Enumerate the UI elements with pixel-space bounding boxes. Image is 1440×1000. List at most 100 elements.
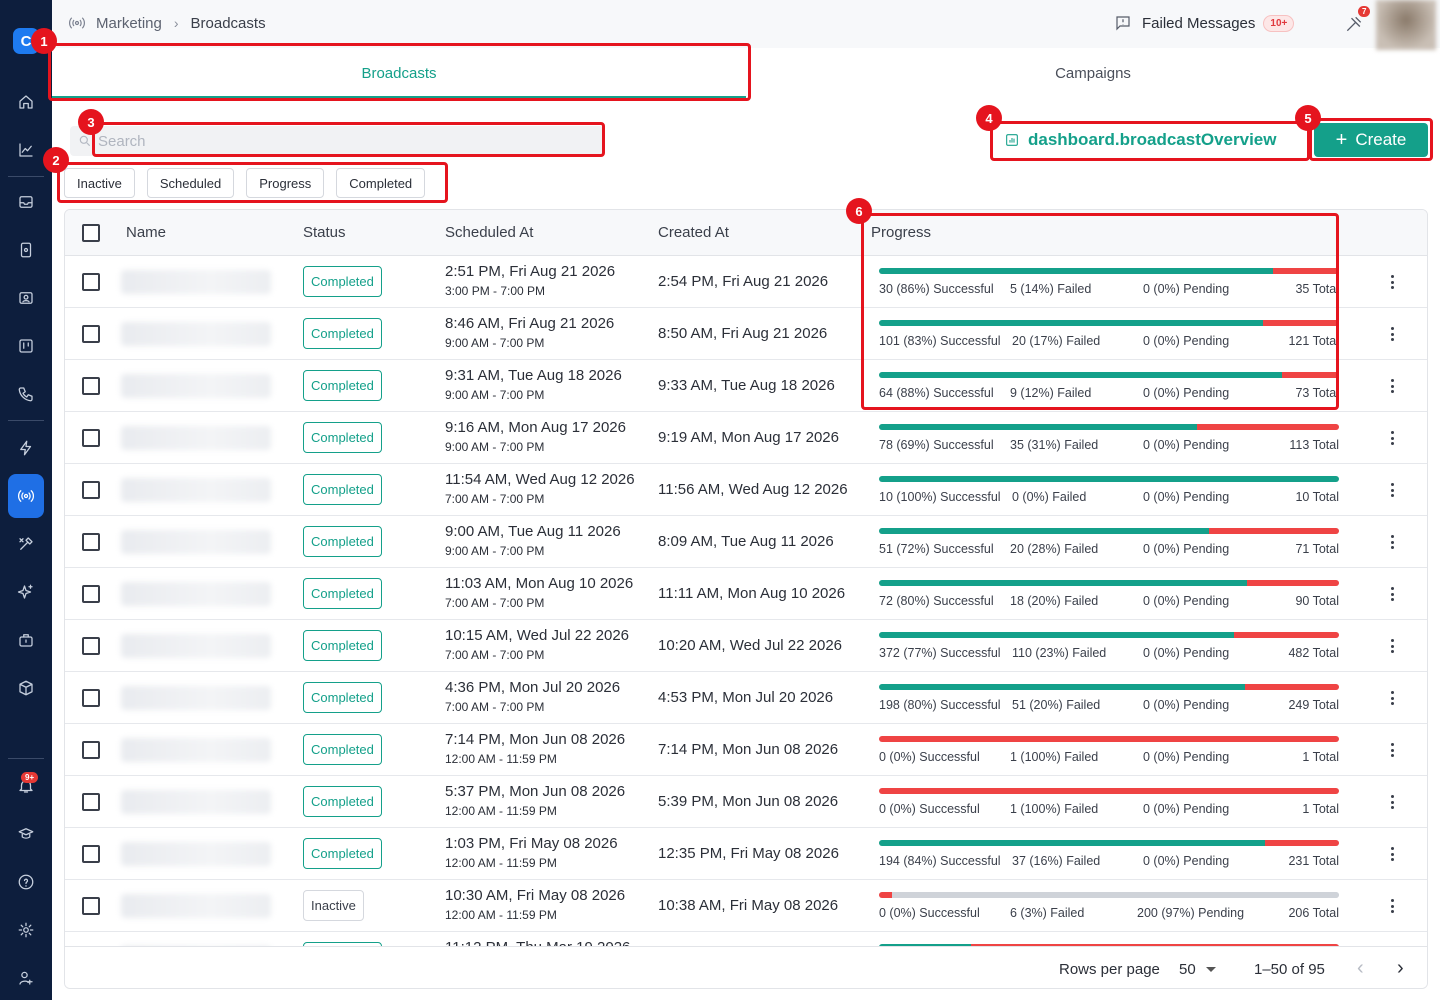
table-row[interactable]: Completed11:12 PM, Thu Mar 19 2026 [65,932,1427,946]
column-created-at[interactable]: Created At [658,224,729,241]
table-row[interactable]: Completed 2:51 PM, Fri Aug 21 2026 3:00 PM… [65,256,1427,308]
column-name[interactable]: Name [126,224,166,241]
broadcast-name-blurred[interactable] [121,790,271,814]
analytics-icon[interactable] [14,138,38,162]
send-window: 12:00 AM - 11:59 PM [445,804,557,818]
home-icon[interactable] [14,90,38,114]
broadcast-name-blurred[interactable] [121,478,271,502]
announcements-button[interactable]: 7 [1344,6,1371,36]
phone-device-icon[interactable] [14,238,38,262]
next-page-button[interactable]: › [1397,957,1404,980]
table-row[interactable]: Completed 10:15 AM, Wed Jul 22 2026 7:00 A… [65,620,1427,672]
row-menu-kebab-icon[interactable] [1385,688,1399,708]
broadcast-name-blurred[interactable] [121,894,271,918]
row-checkbox[interactable] [82,429,100,447]
broadcast-name-blurred[interactable] [121,686,271,710]
call-icon[interactable] [14,382,38,406]
broadcast-name-blurred[interactable] [121,738,271,762]
filter-progress[interactable]: Progress [246,168,325,198]
row-checkbox[interactable] [82,793,100,811]
filter-completed[interactable]: Completed [336,168,426,198]
column-progress[interactable]: Progress [871,224,931,241]
broadcast-name-blurred[interactable] [121,374,271,398]
row-menu-kebab-icon[interactable] [1385,636,1399,656]
row-menu-kebab-icon[interactable] [1385,532,1399,552]
column-status[interactable]: Status [303,224,346,241]
table-row[interactable]: Completed 9:00 AM, Tue Aug 11 2026 9:00 AM… [65,516,1427,568]
row-checkbox[interactable] [82,481,100,499]
package-settings-icon[interactable] [14,676,38,700]
table-row[interactable]: Completed 11:03 AM, Mon Aug 10 2026 7:00 A… [65,568,1427,620]
row-menu-kebab-icon[interactable] [1385,792,1399,812]
select-all-checkbox[interactable] [82,224,100,242]
row-checkbox[interactable] [82,273,100,291]
table-row[interactable]: Completed 5:37 PM, Mon Jun 08 2026 12:00 A… [65,776,1427,828]
send-window: 12:00 AM - 11:59 PM [445,908,557,922]
row-menu-kebab-icon[interactable] [1385,740,1399,760]
row-menu-kebab-icon[interactable] [1385,428,1399,448]
search-input[interactable] [98,132,578,150]
row-menu-kebab-icon[interactable] [1385,480,1399,500]
previous-page-button[interactable]: ‹ [1357,957,1364,980]
row-checkbox[interactable] [82,533,100,551]
table-row[interactable]: Completed 11:54 AM, Wed Aug 12 2026 7:00 A… [65,464,1427,516]
filter-inactive[interactable]: Inactive [64,168,135,198]
table-row[interactable]: Completed 9:16 AM, Mon Aug 17 2026 9:00 AM… [65,412,1427,464]
user-avatar[interactable] [1376,0,1436,50]
breadcrumb-root[interactable]: Marketing [96,15,162,32]
row-checkbox[interactable] [82,637,100,655]
table-row[interactable]: Completed 1:03 PM, Fri May 08 2026 12:00 A… [65,828,1427,880]
row-checkbox[interactable] [82,845,100,863]
broadcast-name-blurred[interactable] [121,426,271,450]
automation-bolt-icon[interactable] [14,436,38,460]
failed-count: 35 (31%) Failed [1010,438,1099,452]
row-checkbox[interactable] [82,689,100,707]
scheduled-date: 1:03 PM, Fri May 08 2026 [445,835,618,852]
broadcast-name-blurred[interactable] [121,634,271,658]
progress-successful-segment [879,528,1210,534]
table-row[interactable]: Completed 8:46 AM, Fri Aug 21 2026 9:00 AM… [65,308,1427,360]
table-row[interactable]: Completed 7:14 PM, Mon Jun 08 2026 12:00 A… [65,724,1427,776]
row-checkbox[interactable] [82,897,100,915]
row-checkbox[interactable] [82,325,100,343]
create-button[interactable]: + Create [1314,123,1428,157]
row-menu-kebab-icon[interactable] [1385,844,1399,864]
table-row[interactable]: Completed 9:31 AM, Tue Aug 18 2026 9:00 AM… [65,360,1427,412]
board-icon[interactable] [14,334,38,358]
rows-per-page-select[interactable]: 50 [1179,961,1216,978]
broadcast-name-blurred[interactable] [121,530,271,554]
inbox-icon[interactable] [14,190,38,214]
broadcast-name-blurred[interactable] [121,842,271,866]
row-checkbox[interactable] [82,585,100,603]
tab-campaigns[interactable]: Campaigns [746,48,1440,98]
user-settings-icon[interactable] [14,966,38,990]
learning-cap-icon[interactable] [14,822,38,846]
broadcast-name-blurred[interactable] [121,270,271,294]
briefcase-icon[interactable] [14,628,38,652]
row-menu-kebab-icon[interactable] [1385,584,1399,604]
broadcast-name-blurred[interactable] [121,322,271,346]
table-row[interactable]: Completed 4:36 PM, Mon Jul 20 2026 7:00 AM… [65,672,1427,724]
broadcast-overview-button[interactable]: dashboard.broadcastOverview [1004,124,1276,156]
progress-failed-segment [1209,528,1339,534]
column-scheduled-at[interactable]: Scheduled At [445,224,533,241]
scheduled-at-cell: 4:36 PM, Mon Jul 20 2026 7:00 AM - 7:00 P… [445,679,620,714]
row-checkbox[interactable] [82,377,100,395]
ai-sparkle-icon[interactable] [14,580,38,604]
row-checkbox[interactable] [82,741,100,759]
row-menu-kebab-icon[interactable] [1385,896,1399,916]
contacts-icon[interactable] [14,286,38,310]
broadcast-name-blurred[interactable] [121,582,271,606]
tab-broadcasts[interactable]: Broadcasts [52,48,746,98]
failed-messages-link[interactable]: Failed Messages 10+ [1114,14,1295,32]
row-menu-kebab-icon[interactable] [1385,272,1399,292]
table-row[interactable]: Inactive 10:30 AM, Fri May 08 2026 12:00 A… [65,880,1427,932]
filter-scheduled[interactable]: Scheduled [146,168,235,198]
help-icon[interactable] [14,870,38,894]
search-field[interactable] [70,126,604,156]
row-menu-kebab-icon[interactable] [1385,324,1399,344]
row-menu-kebab-icon[interactable] [1385,376,1399,396]
settings-gear-icon[interactable] [14,918,38,942]
tools-icon[interactable] [14,532,38,556]
broadcast-icon[interactable] [8,474,44,518]
